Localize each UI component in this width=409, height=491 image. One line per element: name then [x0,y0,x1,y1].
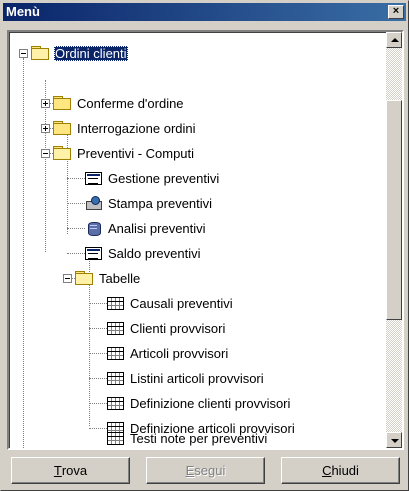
scroll-down-button[interactable] [386,432,402,448]
chiudi-accel: C [322,463,332,478]
tree-node-label: Articoli provvisori [130,345,229,361]
tree-node-label: Ordini clienti [54,45,128,61]
table-icon [107,346,124,360]
collapse-toggle-icon[interactable] [19,49,28,58]
close-button[interactable]: × [388,5,404,19]
collapse-toggle-icon[interactable] [41,149,50,158]
form-icon [85,246,102,260]
tree-connector [89,378,107,379]
menu-window: Menù × Ordini clienti Conferme d'ordine … [0,0,409,491]
tree-node-interrogazione-ordini[interactable]: Interrogazione ordini [53,118,197,138]
tree-node-listini-articoli-provvisori[interactable]: Listini articoli provvisori [107,368,265,388]
table-icon [107,371,124,385]
tree-node-label: Definizione clienti provvisori [130,395,291,411]
title-bar[interactable]: Menù × [3,3,406,21]
folder-icon [53,121,71,135]
tree-node-definizione-clienti-provvisori[interactable]: Definizione clienti provvisori [107,393,291,413]
table-icon [107,431,124,445]
tree-node-saldo-preventivi[interactable]: Saldo preventivi [85,243,202,263]
tree-connector [89,303,107,304]
tree-node-articoli-provvisori[interactable]: Articoli provvisori [107,343,229,363]
database-icon [85,221,102,236]
tree-node-label: Analisi preventivi [108,220,206,236]
esegui-accel: E [185,463,195,478]
trova-button[interactable]: Trova [11,457,130,484]
tree-node-label: Saldo preventivi [108,245,201,261]
tree-node-preventivi-computi[interactable]: Preventivi - Computi [53,143,195,163]
vertical-scrollbar[interactable] [386,32,402,448]
folder-open-icon [31,46,49,60]
trova-accel: T [53,463,62,478]
esegui-button[interactable]: Esegui [146,457,265,484]
tree-connector [89,403,107,404]
chiudi-button[interactable]: Chiudi [281,457,400,484]
tree-node-label: Listini articoli provvisori [130,370,264,386]
tree-node-analisi-preventivi[interactable]: Analisi preventivi [85,218,207,238]
tree-connector [67,253,85,254]
tree-node-label: Tabelle [99,270,141,286]
tree-node-label: Gestione preventivi [108,170,220,186]
trova-label: rova [61,463,88,478]
tree-connector [23,58,24,448]
esegui-label: segui [194,463,226,478]
tree-node-tabelle[interactable]: Tabelle [75,268,141,288]
tree-node-causali-preventivi[interactable]: Causali preventivi [107,293,234,313]
tree-node-label: Causali preventivi [130,295,233,311]
close-icon: × [392,5,400,17]
menu-tree[interactable]: Ordini clienti Conferme d'ordine Interro… [7,30,404,450]
tree-node-label: Clienti provvisori [130,320,226,336]
table-icon [107,321,124,335]
scroll-up-button[interactable] [386,32,402,48]
scroll-thumb[interactable] [386,100,402,320]
tree-node-testi-note-preventivi[interactable]: Testi note per preventivi [107,428,268,448]
folder-open-icon [53,146,71,160]
form-icon [85,171,102,185]
tree-connector [67,178,85,179]
tree-connector [67,228,85,229]
collapse-toggle-icon[interactable] [63,274,72,283]
tree-connector [67,203,85,204]
tree-node-clienti-provvisori[interactable]: Clienti provvisori [107,318,226,338]
expand-toggle-icon[interactable] [41,99,50,108]
arrow-up-icon [391,38,399,42]
print-preview-icon [85,196,102,210]
tree-connector [89,353,107,354]
tree-node-ordini-clienti[interactable]: Ordini clienti [31,43,128,63]
tree-connector [89,328,107,329]
table-icon [107,396,124,410]
tree-node-gestione-preventivi[interactable]: Gestione preventivi [85,168,220,188]
arrow-down-icon [391,439,399,443]
expand-toggle-icon[interactable] [41,124,50,133]
folder-open-icon [75,271,93,285]
tree-connector [89,428,107,429]
tree-node-label: Conferme d'ordine [77,95,184,111]
tree-node-conferme-ordine[interactable]: Conferme d'ordine [53,93,185,113]
tree-node-stampa-preventivi[interactable]: Stampa preventivi [85,193,213,213]
tree-node-label: Stampa preventivi [108,195,213,211]
window-title: Menù [6,4,40,19]
tree-node-label: Preventivi - Computi [77,145,195,161]
tree-node-label: Testi note per preventivi [130,430,268,446]
folder-icon [53,96,71,110]
tree-node-label: Interrogazione ordini [77,120,196,136]
chiudi-label: hiudi [331,463,359,478]
table-icon [107,296,124,310]
